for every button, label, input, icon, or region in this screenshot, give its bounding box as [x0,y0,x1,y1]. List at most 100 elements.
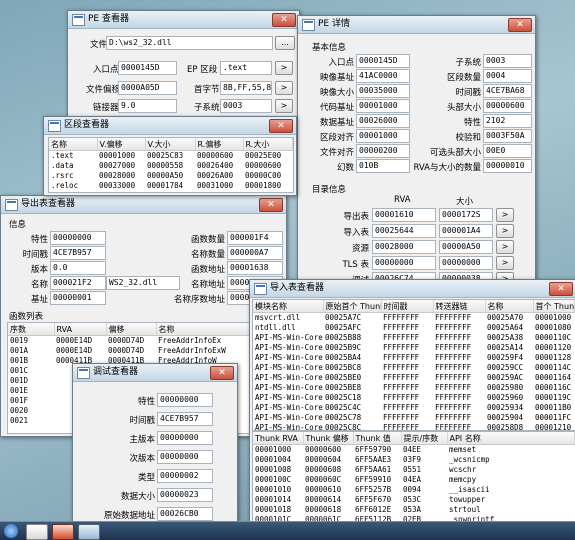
debug-value[interactable]: 00000000 [157,431,213,445]
debug-value[interactable]: 00026CB0 [157,507,213,521]
detail-value[interactable]: 00000200 [356,144,410,158]
dir-size[interactable]: 00000000 [439,256,493,270]
detail-value[interactable]: 0004 [483,69,532,83]
column-header[interactable]: RVA [54,323,107,336]
first-bytes-button[interactable]: > [275,81,293,95]
subsystem-button[interactable]: > [275,99,293,113]
column-header[interactable]: Thunk RVA [253,432,304,445]
dir-view-button[interactable]: > [496,208,514,222]
close-icon[interactable]: ✕ [508,18,532,32]
table-row[interactable]: ntdll.dll 00025AFC FFFFFFFF FFFFFFFF 00025A6… [253,323,575,333]
table-row[interactable]: API-MS-Win-Core...00025BE0 FFFFFFFF FFFFFF… [253,373,575,383]
dir-size[interactable]: 0000172S [439,208,493,222]
column-header[interactable]: V.大小 [145,138,196,151]
column-header[interactable]: 名称 [485,300,534,313]
subsystem-field[interactable]: 0003 [220,99,272,113]
debug-viewer-titlebar[interactable]: 调试查看器 ✕ [73,364,237,382]
close-icon[interactable]: ✕ [269,119,293,133]
detail-value[interactable]: 00001000 [356,129,410,143]
column-header[interactable]: 转送器链 [433,300,486,313]
table-row[interactable]: 0000100C 0000060C 6FF59910 04EA memcpy [253,475,575,485]
table-row[interactable]: 00001000 00000600 6FF59790 04EE memset [253,445,575,456]
close-icon[interactable]: ✕ [549,282,573,296]
detail-value[interactable]: 0003 [483,54,532,68]
table-row[interactable]: API-MS-Win-Core...00025C8C FFFFFFFF FFFFFF… [253,423,575,430]
first-bytes-field[interactable]: 8B,FF,55,8B [220,81,272,95]
import-viewer-titlebar[interactable]: 导入表查看器 ✕ [250,280,575,298]
table-row[interactable]: 00001004 00000604 6FF5AAE3 03F9 _wcsnicmp [253,455,575,465]
column-header[interactable]: 名称 [49,138,98,151]
dir-view-button[interactable]: > [496,240,514,254]
close-icon[interactable]: ✕ [210,366,234,380]
debug-value[interactable]: 4CE7B957 [157,412,213,426]
name-rva-field[interactable]: 000021F2 [50,276,106,290]
section-table[interactable]: 名称 V.偏移 V.大小 R.偏移 R.大小 .text 00001000 0002… [48,137,294,193]
column-header[interactable]: 序数 [8,323,55,336]
column-header[interactable]: V.偏移 [97,138,146,151]
table-row[interactable]: API-MS-Win-Core...00025C4C FFFFFFFF FFFFFF… [253,403,575,413]
detail-value[interactable]: 00026000 [356,114,410,128]
table-row[interactable]: .rsrc 00028000 00000A50 00026A00 00000C00 [49,171,293,181]
version-field[interactable]: 0.0 [50,261,106,275]
close-icon[interactable]: ✕ [259,198,283,212]
dir-size[interactable]: 00000A50 [439,240,493,254]
file-path-field[interactable]: D:\ws2_32.dll [106,36,273,50]
pe-detail-titlebar[interactable]: PE 详情 ✕ [298,16,535,34]
dir-rva[interactable]: 00025644 [372,224,436,238]
detail-value[interactable]: 00001000 [356,99,410,113]
ep-section-button[interactable]: > [275,61,293,75]
detail-value[interactable]: 00000600 [483,99,532,113]
entry-field[interactable]: 0000145D [118,61,177,75]
column-header[interactable]: Thunk 偏移 [303,432,354,445]
detail-value[interactable]: 00E0 [483,144,532,158]
table-row[interactable]: 00001008 00000608 6FF5AA61 0551 wcschr [253,465,575,475]
dir-size[interactable]: 000001A4 [439,224,493,238]
column-header[interactable]: R.大小 [243,138,293,151]
table-row[interactable]: API-MS-Win-Core...00025BC8 FFFFFFFF FFFFFF… [253,363,575,373]
table-row[interactable]: .text 00001000 00025C83 00000600 00025E00 [49,151,293,162]
table-row[interactable]: msvcrt.dll 00025A7C FFFFFFFF FFFFFFFF 00025A… [253,313,575,324]
characteristics-field[interactable]: 00000000 [50,231,106,245]
column-header[interactable]: 偏移 [106,323,157,336]
debug-value[interactable]: 00000002 [157,469,213,483]
column-header[interactable]: Thunk 值 [353,432,402,445]
debug-value[interactable]: 00000023 [157,488,213,502]
detail-value[interactable]: 0003F50A [483,129,532,143]
start-orb-icon[interactable] [4,524,18,538]
linker-field[interactable]: 9.0 [118,99,177,113]
column-header[interactable]: 原始首个 Thunk [323,300,382,313]
timestamp-field[interactable]: 4CE7B957 [50,246,106,260]
column-header[interactable]: 提示/序数 [401,432,448,445]
table-row[interactable]: .reloc 00033000 00001784 00031000 00001800 [49,181,293,191]
pe-editor-titlebar[interactable]: PE 查看器 ✕ [68,11,299,29]
ep-section-field[interactable]: .text [220,61,272,75]
debug-value[interactable]: 00000000 [157,393,213,407]
taskbar-app-icon[interactable] [78,524,100,540]
browse-button[interactable]: ... [275,36,295,50]
num-functions-field[interactable]: 000001F4 [227,231,283,245]
detail-value[interactable]: 4CE7BA68 [483,84,532,98]
taskbar-app-icon[interactable] [26,524,48,540]
dir-view-button[interactable]: > [496,224,514,238]
table-row[interactable]: API-MS-Win-Core...00025BE8 FFFFFFFF FFFFFF… [253,383,575,393]
detail-value[interactable]: 00000010 [483,159,532,173]
column-header[interactable]: R.偏移 [195,138,244,151]
detail-value[interactable]: 010B [356,159,410,173]
column-header[interactable]: API 名称 [447,432,575,445]
detail-value[interactable]: 00035000 [356,84,410,98]
table-row[interactable]: 0019 0000E14D 0000D74D FreeAddrInfoEx [8,336,280,347]
table-row[interactable]: API-MS-Win-Core...00025C18 FFFFFFFF FFFFFF… [253,393,575,403]
detail-value[interactable]: 2102 [483,114,532,128]
table-row[interactable]: API-MS-Win-Core...00025C78 FFFFFFFF FFFFFF… [253,413,575,423]
column-header[interactable]: 首个 Thunk [533,300,575,313]
dir-rva[interactable]: 00028000 [372,240,436,254]
offset-field[interactable]: 0000A05D [118,81,177,95]
dir-rva[interactable]: 00001610 [372,208,436,222]
debug-value[interactable]: 00000000 [157,450,213,464]
table-row[interactable]: 00001018 00000618 6FF6012E 053A strtoul [253,505,575,515]
detail-value[interactable]: 41AC0000 [356,69,410,83]
taskbar-app-icon[interactable] [52,524,74,540]
table-row[interactable]: .data 00027000 00000558 00026400 00000600 [49,161,293,171]
export-viewer-titlebar[interactable]: 导出表查看器 ✕ [1,196,286,214]
dir-view-button[interactable]: > [496,256,514,270]
